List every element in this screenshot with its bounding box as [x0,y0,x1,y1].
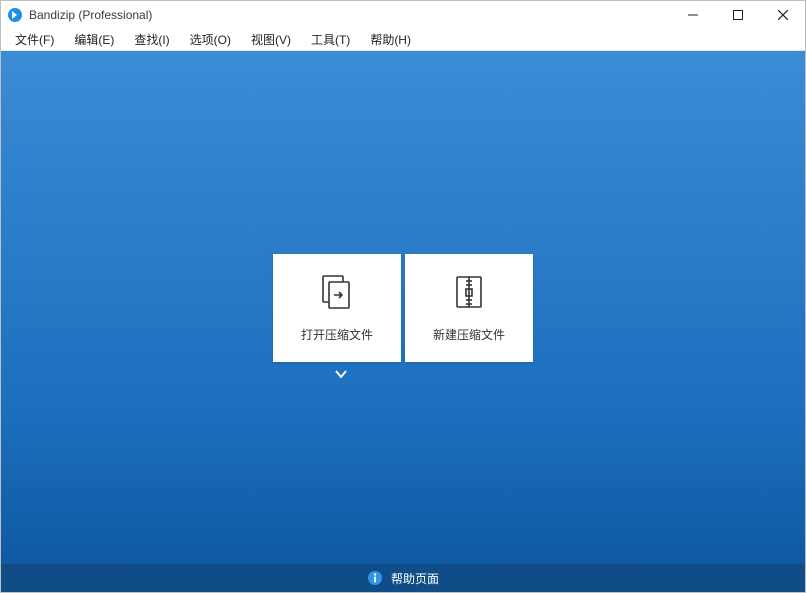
info-icon [367,570,383,586]
window-controls [670,1,805,29]
menu-find[interactable]: 查找(I) [124,29,179,50]
open-archive-icon [317,272,357,312]
titlebar: Bandizip (Professional) [1,1,805,29]
menu-file[interactable]: 文件(F) [5,29,64,50]
bandizip-icon [7,7,23,23]
chevron-down-icon[interactable] [333,366,349,382]
open-archive-button[interactable]: 打开压缩文件 [273,254,401,362]
statusbar: 帮助页面 [1,564,805,592]
new-archive-icon [449,272,489,312]
help-link[interactable]: 帮助页面 [391,570,439,587]
new-archive-button[interactable]: 新建压缩文件 [405,254,533,362]
menu-view[interactable]: 视图(V) [241,29,301,50]
new-archive-label: 新建压缩文件 [433,326,505,343]
menu-edit[interactable]: 编辑(E) [64,29,124,50]
open-archive-label: 打开压缩文件 [301,326,373,343]
main-area: 打开压缩文件 新建压缩文件 [1,51,805,564]
minimize-button[interactable] [670,1,715,29]
action-cards: 打开压缩文件 新建压缩文件 [273,254,533,362]
menu-tools[interactable]: 工具(T) [301,29,360,50]
menu-options[interactable]: 选项(O) [180,29,241,50]
window-title: Bandizip (Professional) [29,8,152,22]
close-button[interactable] [760,1,805,29]
menu-help[interactable]: 帮助(H) [360,29,421,50]
menubar: 文件(F) 编辑(E) 查找(I) 选项(O) 视图(V) 工具(T) 帮助(H… [1,29,805,51]
maximize-button[interactable] [715,1,760,29]
